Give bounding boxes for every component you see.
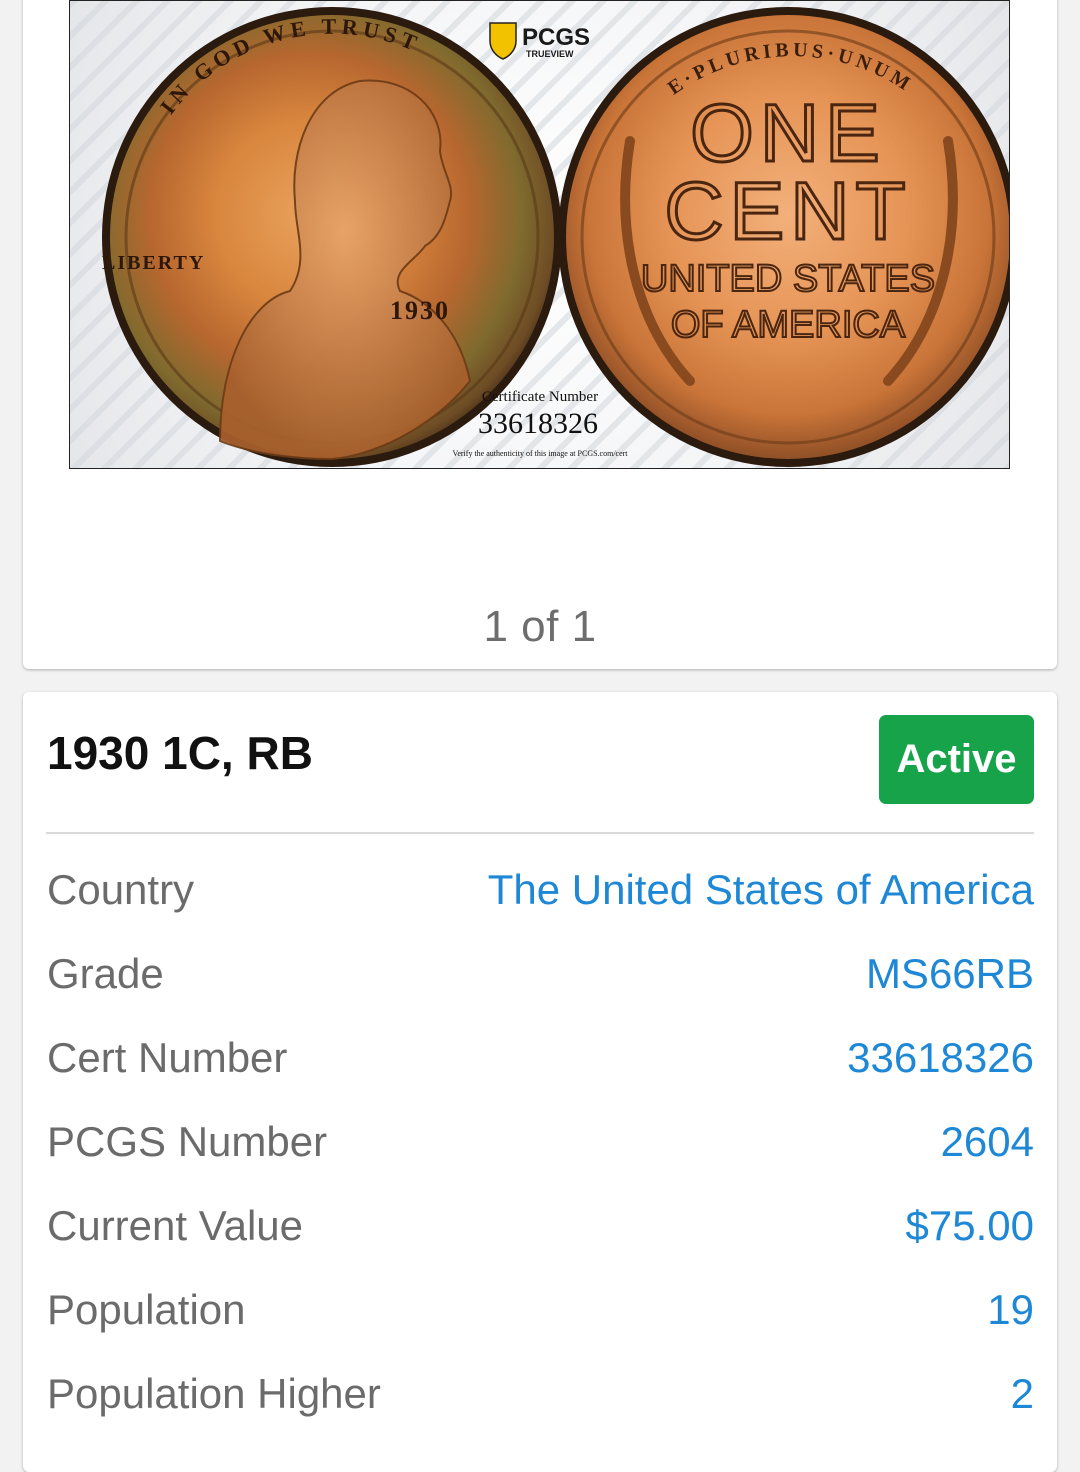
image-gallery-card: IN GOD WE TRUST LIBERTY 1930 E·PLURIBUS·… <box>23 0 1057 669</box>
reverse-cent: CENT <box>664 166 911 257</box>
coin-photo-svg: IN GOD WE TRUST LIBERTY 1930 E·PLURIBUS·… <box>102 7 1009 467</box>
pcgs-number-link[interactable]: 2604 <box>941 1118 1034 1166</box>
reverse-coin: E·PLURIBUS·UNUM ONE CENT UNITED STATES O… <box>558 7 1009 467</box>
obverse-liberty: LIBERTY <box>102 252 205 274</box>
coin-image[interactable]: IN GOD WE TRUST LIBERTY 1930 E·PLURIBUS·… <box>69 0 1010 469</box>
row-population-higher: Population Higher 2 <box>47 1352 1034 1436</box>
reverse-united-states: UNITED STATES <box>641 258 935 300</box>
current-value-label: Current Value <box>47 1202 304 1249</box>
status-badge: Active <box>879 715 1034 804</box>
row-current-value: Current Value $75.00 <box>47 1184 1034 1268</box>
cert-number-link[interactable]: 33618326 <box>847 1034 1034 1082</box>
cert-label: Certificate Number <box>482 389 598 405</box>
reverse-of-america: OF AMERICA <box>671 304 906 346</box>
obverse-date: 1930 <box>390 296 450 325</box>
verify-text: Verify the authenticity of this image at… <box>452 449 628 458</box>
cert-number-label: Cert Number <box>47 1034 288 1081</box>
pcgs-logo: PCGS TRUEVIEW <box>489 22 590 60</box>
population-link[interactable]: 19 <box>987 1286 1034 1334</box>
coin-details-card: 1930 1C, RB Active Country The United St… <box>23 692 1057 1472</box>
row-population: Population 19 <box>47 1268 1034 1352</box>
details-list: Country The United States of America Gra… <box>47 848 1034 1436</box>
pcgs-logo-text: PCGS <box>522 24 590 51</box>
country-link[interactable]: The United States of America <box>488 866 1034 914</box>
pcgs-number-label: PCGS Number <box>47 1118 328 1165</box>
divider <box>46 832 1034 834</box>
image-pager: 1 of 1 <box>483 602 597 651</box>
row-grade: Grade MS66RB <box>47 932 1034 1016</box>
grade-label: Grade <box>47 950 164 997</box>
country-label: Country <box>47 866 195 913</box>
population-higher-label: Population Higher <box>47 1370 381 1417</box>
current-value-link[interactable]: $75.00 <box>906 1202 1034 1250</box>
row-country: Country The United States of America <box>47 848 1034 932</box>
coin-title: 1930 1C, RB <box>47 727 313 779</box>
population-label: Population <box>47 1286 246 1333</box>
grade-link[interactable]: MS66RB <box>866 950 1034 998</box>
cert-number-image: 33618326 <box>478 407 598 440</box>
row-cert-number: Cert Number 33618326 <box>47 1016 1034 1100</box>
population-higher-link[interactable]: 2 <box>1011 1370 1034 1418</box>
row-pcgs-number: PCGS Number 2604 <box>47 1100 1034 1184</box>
pcgs-logo-subtext: TRUEVIEW <box>526 49 574 59</box>
